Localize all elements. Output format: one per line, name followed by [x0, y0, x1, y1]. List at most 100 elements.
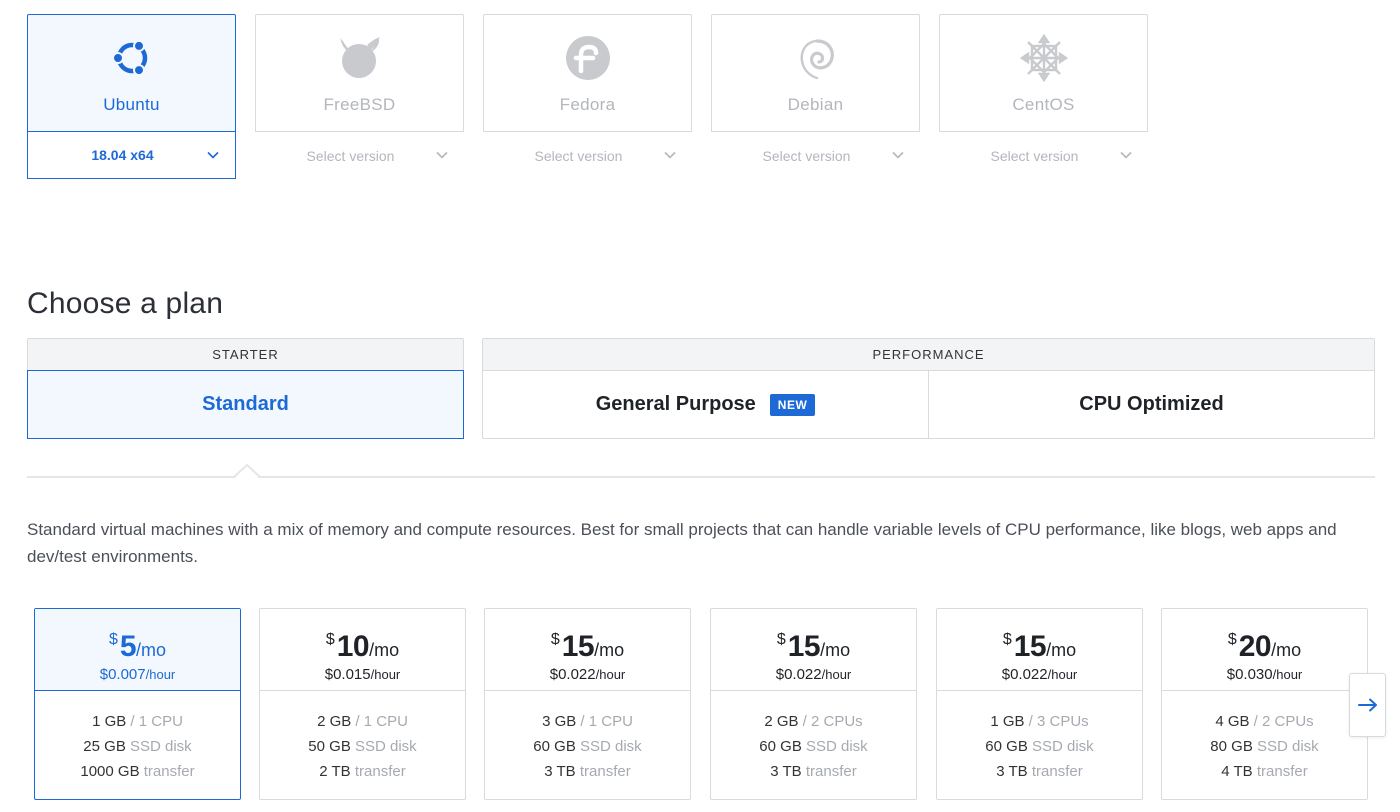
monthly-price: 20 [1238, 630, 1272, 663]
disk-label: SSD disk [1032, 738, 1094, 755]
memory-value: 2 GB [764, 713, 799, 730]
currency-symbol: $ [776, 631, 786, 648]
version-select[interactable]: Select version [711, 131, 920, 179]
transfer-label: transfer [1256, 763, 1308, 780]
hourly-price: $0.015 [324, 666, 371, 683]
distro-card-fedora[interactable]: Fedora Select version [483, 14, 692, 179]
transfer-value: 3 TB [544, 763, 576, 780]
ubuntu-icon [28, 33, 235, 83]
hourly-unit: /hour [1047, 667, 1078, 682]
version-label: Select version [990, 147, 1079, 164]
monthly-price: 15 [1013, 630, 1047, 663]
plan-group-starter: STARTER Standard [27, 338, 464, 439]
chevron-down-icon [664, 151, 676, 159]
transfer-label: transfer [1031, 763, 1083, 780]
price-card[interactable]: $15/mo $0.022/hour 3 GB / 1 CPU 60 GB SS… [484, 608, 691, 800]
version-label: Select version [762, 147, 851, 164]
disk-label: SSD disk [1257, 738, 1319, 755]
per-month: /mo [820, 640, 851, 660]
disk-value: 80 GB [1210, 738, 1253, 755]
memory-value: 1 GB [990, 713, 1025, 730]
currency-symbol: $ [1227, 631, 1237, 648]
disk-value: 60 GB [533, 738, 576, 755]
transfer-value: 1000 GB [80, 763, 140, 780]
transfer-label: transfer [354, 763, 406, 780]
version-label: Select version [306, 147, 395, 164]
monthly-price: 15 [787, 630, 821, 663]
cpu-value: / 2 CPUs [802, 713, 863, 730]
disk-value: 25 GB [83, 738, 126, 755]
centos-icon [940, 33, 1147, 83]
distro-card-debian[interactable]: Debian Select version [711, 14, 920, 179]
hourly-unit: /hour [821, 667, 852, 682]
version-select[interactable]: 18.04 x64 [27, 131, 236, 179]
currency-symbol: $ [108, 631, 118, 648]
fedora-icon [484, 33, 691, 83]
plan-group-performance: PERFORMANCE General Purpose NEW CPU Opti… [482, 338, 1375, 439]
next-plans-button[interactable] [1349, 673, 1386, 737]
transfer-value: 4 TB [1221, 763, 1253, 780]
plan-description: Standard virtual machines with a mix of … [27, 520, 1337, 566]
price-card[interactable]: $15/mo $0.022/hour 1 GB / 3 CPUs 60 GB S… [936, 608, 1143, 800]
cpu-value: / 1 CPU [355, 713, 408, 730]
price-card[interactable]: $15/mo $0.022/hour 2 GB / 2 CPUs 60 GB S… [710, 608, 917, 800]
distro-card-ubuntu[interactable]: Ubuntu 18.04 x64 [27, 14, 236, 179]
per-month: /mo [594, 640, 625, 660]
hourly-unit: /hour [595, 667, 626, 682]
group-header: PERFORMANCE [483, 339, 1374, 371]
monthly-price: 15 [561, 630, 595, 663]
transfer-value: 3 TB [996, 763, 1028, 780]
transfer-label: transfer [143, 763, 195, 780]
transfer-label: transfer [805, 763, 857, 780]
hourly-unit: /hour [145, 667, 176, 682]
distro-name: Debian [787, 95, 844, 114]
hourly-price: $0.022 [775, 666, 822, 683]
monthly-price: 5 [119, 630, 137, 663]
cpu-value: / 3 CPUs [1028, 713, 1089, 730]
plan-option-general-purpose[interactable]: General Purpose NEW [483, 371, 928, 438]
per-month: /mo [136, 640, 167, 660]
hourly-price: $0.022 [1001, 666, 1048, 683]
cpu-value: / 2 CPUs [1253, 713, 1314, 730]
memory-value: 4 GB [1215, 713, 1250, 730]
disk-label: SSD disk [355, 738, 417, 755]
distro-name: FreeBSD [323, 95, 396, 114]
price-card[interactable]: $10/mo $0.015/hour 2 GB / 1 CPU 50 GB SS… [259, 608, 466, 800]
currency-symbol: $ [1002, 631, 1012, 648]
group-header: STARTER [28, 339, 463, 371]
arrow-right-icon [1357, 698, 1377, 712]
caret-pointer-icon [234, 464, 260, 478]
plan-option-cpu-optimized[interactable]: CPU Optimized [928, 371, 1374, 438]
version-label: 18.04 x64 [91, 147, 154, 163]
plan-option-standard[interactable]: Standard [27, 370, 464, 439]
distro-card-centos[interactable]: CentOS Select version [939, 14, 1148, 179]
hourly-price: $0.022 [549, 666, 596, 683]
section-divider [27, 476, 1375, 478]
price-card[interactable]: $20/mo $0.030/hour 4 GB / 2 CPUs 80 GB S… [1161, 608, 1368, 800]
chevron-down-icon [207, 151, 219, 159]
per-month: /mo [1271, 640, 1302, 660]
debian-icon [712, 33, 919, 83]
per-month: /mo [369, 640, 400, 660]
chevron-down-icon [892, 151, 904, 159]
version-select[interactable]: Select version [939, 131, 1148, 179]
hourly-unit: /hour [370, 667, 401, 682]
disk-label: SSD disk [806, 738, 868, 755]
currency-symbol: $ [325, 631, 335, 648]
distro-name: CentOS [1012, 95, 1075, 114]
disk-label: SSD disk [580, 738, 642, 755]
version-select[interactable]: Select version [483, 131, 692, 179]
memory-value: 3 GB [542, 713, 577, 730]
new-badge: NEW [769, 393, 816, 416]
hourly-unit: /hour [1272, 667, 1303, 682]
distro-name: Fedora [559, 95, 616, 114]
chevron-down-icon [436, 151, 448, 159]
plan-option-label: General Purpose [595, 393, 756, 415]
price-card[interactable]: $5/mo $0.007/hour 1 GB / 1 CPU 25 GB SSD… [34, 608, 241, 800]
transfer-label: transfer [579, 763, 631, 780]
distro-card-freebsd[interactable]: FreeBSD Select version [255, 14, 464, 179]
version-select[interactable]: Select version [255, 131, 464, 179]
monthly-price: 10 [336, 630, 370, 663]
chevron-down-icon [1120, 151, 1132, 159]
section-title: Choose a plan [27, 287, 224, 320]
